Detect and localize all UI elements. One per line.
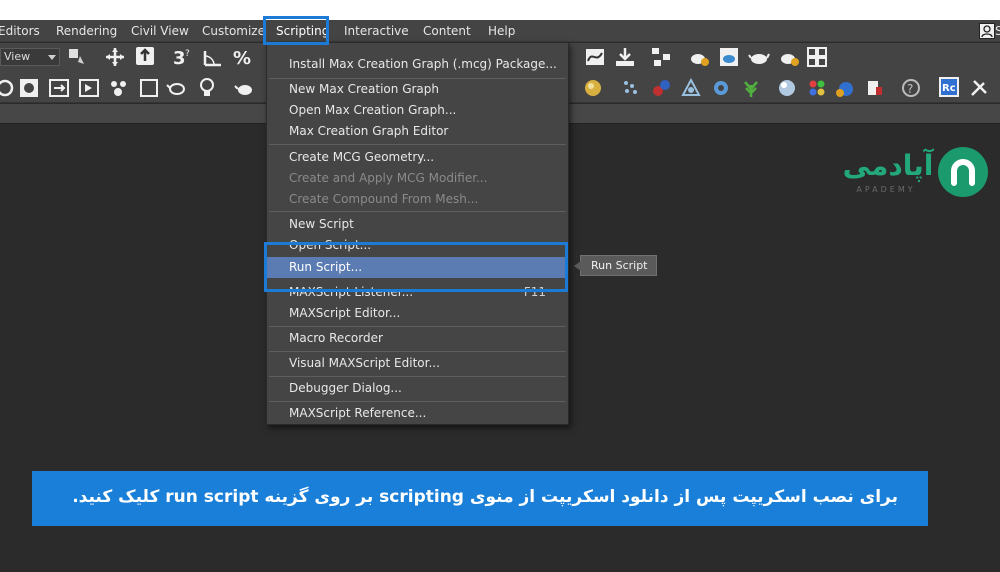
apademy-logo: آپادمی APADEMY — [840, 145, 992, 201]
align-icon[interactable] — [48, 77, 70, 99]
chevron-down-icon — [48, 55, 56, 60]
svg-text:%: % — [233, 48, 251, 68]
run-script-highlight-box — [264, 242, 568, 292]
stack-icon[interactable] — [864, 77, 886, 99]
svg-text:3: 3 — [173, 48, 186, 68]
menu-item-create-compound: Create Compound From Mesh... — [289, 192, 479, 206]
spheres-icon[interactable] — [834, 77, 856, 99]
rotate-icon[interactable] — [0, 77, 16, 99]
snap-3d-icon[interactable]: 3? — [172, 46, 194, 68]
menu-content[interactable]: Content — [423, 20, 471, 42]
particle-icon[interactable] — [620, 77, 642, 99]
menu-item-mcg-editor[interactable]: Max Creation Graph Editor — [267, 121, 568, 142]
gear-icon[interactable] — [680, 77, 702, 99]
rc-button-icon[interactable]: Rc — [938, 76, 960, 98]
angle-snap-icon[interactable] — [202, 46, 224, 68]
instruction-banner: برای نصب اسکریپت پس از دانلود اسکریپت از… — [32, 471, 928, 526]
user-initial: S — [995, 24, 1000, 38]
menu-item-new-mcg[interactable]: New Max Creation Graph — [267, 79, 568, 100]
menu-separator — [269, 144, 566, 145]
scripting-dropdown-menu: Install Max Creation Graph (.mcg) Packag… — [266, 42, 569, 425]
track-icon[interactable] — [108, 77, 130, 99]
teapot-small-icon[interactable] — [234, 77, 256, 99]
teapot-icon[interactable] — [166, 77, 188, 99]
menu-separator — [269, 326, 566, 327]
menu-editors[interactable]: Editors — [0, 20, 40, 42]
plant-icon[interactable] — [740, 77, 762, 99]
menu-separator — [269, 211, 566, 212]
clone-icon[interactable] — [18, 77, 40, 99]
scripting-menu-highlight-box — [263, 16, 329, 45]
sphere-icon[interactable] — [582, 77, 604, 99]
help-icon[interactable]: ? — [900, 77, 922, 99]
menu-item-open-mcg[interactable]: Open Max Creation Graph... — [267, 100, 568, 121]
menu-item-create-mcg-modifier: Create and Apply MCG Modifier... — [289, 171, 488, 185]
logo-subtitle: APADEMY — [856, 185, 916, 194]
render-icon[interactable] — [748, 46, 770, 68]
menu-interactive[interactable]: Interactive — [344, 20, 409, 42]
frame-icon[interactable] — [138, 77, 160, 99]
menu-item-visual-maxscript[interactable]: Visual MAXScript Editor... — [267, 353, 568, 374]
render-frame-icon[interactable] — [718, 46, 740, 68]
gear-settings-icon[interactable] — [710, 77, 732, 99]
place-icon[interactable] — [134, 45, 156, 67]
menu-separator — [269, 401, 566, 402]
menu-separator — [269, 376, 566, 377]
curve-editor-icon[interactable] — [584, 46, 606, 68]
menu-item-macro-recorder[interactable]: Macro Recorder — [267, 328, 568, 349]
menu-item-maxscript-reference[interactable]: MAXScript Reference... — [267, 403, 568, 424]
view-selector-dropdown[interactable]: View — [0, 48, 60, 66]
teapot-render-icon[interactable] — [688, 46, 710, 68]
mirror-icon[interactable] — [78, 77, 100, 99]
menu-item-debugger[interactable]: Debugger Dialog... — [267, 378, 568, 399]
select-link-icon[interactable] — [66, 46, 88, 68]
move-icon[interactable] — [104, 46, 126, 68]
logo-text: آپادمی — [842, 149, 934, 182]
svg-text:Rc: Rc — [942, 83, 956, 94]
menu-rendering[interactable]: Rendering — [56, 20, 117, 42]
render-iterative-icon[interactable] — [778, 46, 800, 68]
view-selector-value: View — [4, 50, 31, 63]
menu-item-install-mcg[interactable]: Install Max Creation Graph (.mcg) Packag… — [267, 54, 568, 75]
shatter-icon[interactable] — [650, 77, 672, 99]
grid-icon[interactable] — [806, 46, 828, 68]
main-menubar: Editors Rendering Civil View Customize S… — [0, 20, 1000, 42]
render-setup-icon[interactable] — [614, 46, 636, 68]
menu-item-create-mcg-geometry[interactable]: Create MCG Geometry... — [267, 147, 568, 168]
light-bulb-icon[interactable] — [196, 77, 218, 99]
menu-help[interactable]: Help — [488, 20, 515, 42]
tools-icon[interactable] — [968, 77, 990, 99]
run-script-tooltip: Run Script — [574, 255, 657, 276]
menu-customize[interactable]: Customize — [202, 20, 265, 42]
percent-snap-icon[interactable]: % — [232, 46, 254, 68]
color-dots-icon[interactable] — [806, 77, 828, 99]
user-icon[interactable] — [979, 23, 995, 39]
schematic-icon[interactable] — [650, 46, 672, 68]
window-top-strip — [0, 0, 1000, 20]
svg-text:?: ? — [907, 82, 913, 96]
menu-separator — [269, 351, 566, 352]
instruction-text: برای نصب اسکریپت پس از دانلود اسکریپت از… — [72, 487, 898, 507]
menu-item-new-script[interactable]: New Script — [267, 214, 568, 235]
menu-civil-view[interactable]: Civil View — [131, 20, 189, 42]
sphere-gloss-icon[interactable] — [776, 77, 798, 99]
logo-circle-icon — [938, 147, 988, 197]
menu-item-maxscript-editor[interactable]: MAXScript Editor... — [267, 303, 568, 324]
svg-text:?: ? — [185, 49, 190, 59]
